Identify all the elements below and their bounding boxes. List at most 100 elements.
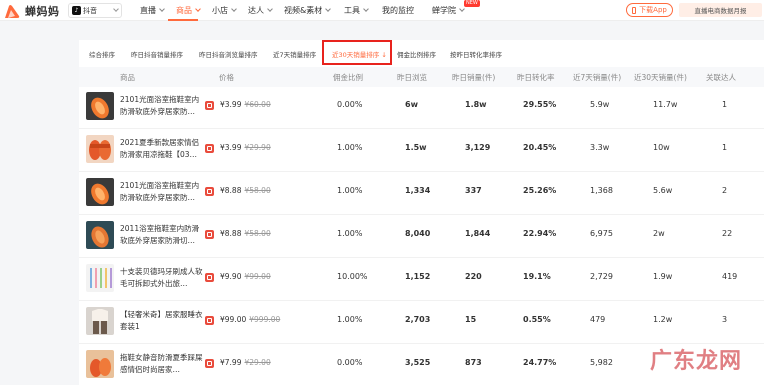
sort-desc-icon: ↓	[379, 51, 387, 59]
sort-tab-default[interactable]: 综合排序	[89, 49, 115, 59]
yesterday-sales: 337	[465, 186, 482, 195]
related-kols: 419	[722, 272, 738, 281]
product-name[interactable]: 十支装贝德玛牙刷成人软毛可拆卸式外出旅…	[120, 266, 204, 291]
chevron-down-icon	[231, 6, 237, 12]
product-thumbnail[interactable]	[86, 307, 114, 335]
shop-icon[interactable]	[205, 316, 214, 325]
chevron-down-icon	[159, 6, 165, 12]
sort-tab-yesterday-sales[interactable]: 昨日抖音销量排序	[131, 49, 183, 59]
col-yesterday-conversion[interactable]: 昨日转化率	[517, 72, 555, 83]
original-price: ¥29.90	[244, 143, 271, 152]
yesterday-conversion: 20.45%	[523, 143, 557, 152]
sort-tab-commission[interactable]: 佣金比例排序	[397, 49, 436, 59]
commission-rate: 1.00%	[337, 315, 363, 324]
original-price: ¥999.00	[249, 315, 281, 324]
chevron-down-icon	[325, 6, 332, 12]
yesterday-sales: 3,129	[465, 143, 491, 152]
chevron-down-icon	[363, 6, 369, 12]
yesterday-views: 1.5w	[405, 143, 427, 152]
col-yesterday-sales[interactable]: 昨日销量(件)	[452, 72, 495, 83]
chevron-down-icon	[113, 6, 119, 12]
price: ¥3.99 ¥29.90	[220, 143, 271, 152]
nav-shops[interactable]: 小店	[212, 5, 237, 16]
monthly-report-button[interactable]: 直播电商数据月报	[679, 3, 762, 17]
30day-sales: 10w	[653, 143, 670, 152]
yesterday-sales: 1.8w	[465, 100, 487, 109]
yesterday-sales: 15	[465, 315, 477, 324]
chanmama-logo-icon	[5, 4, 20, 18]
col-related-kols: 关联达人	[706, 73, 736, 82]
product-thumbnail[interactable]	[86, 264, 114, 292]
chevron-down-icon	[267, 6, 273, 12]
product-thumbnail[interactable]	[86, 135, 114, 163]
nav-label: 蝉学院	[432, 6, 456, 15]
product-thumbnail[interactable]	[86, 92, 114, 120]
yesterday-conversion: 19.1%	[523, 272, 551, 281]
shop-icon[interactable]	[205, 144, 214, 153]
commission-rate: 0.00%	[337, 100, 363, 109]
original-price: ¥58.00	[244, 229, 271, 238]
commission-rate: 10.00%	[337, 272, 368, 281]
yesterday-conversion: 29.55%	[523, 100, 557, 109]
nav-label: 我的监控	[382, 6, 414, 15]
col-commission[interactable]: 佣金比例	[333, 72, 363, 83]
related-kols: 3	[722, 315, 728, 324]
yesterday-views: 8,040	[405, 229, 431, 238]
related-kols: 22	[722, 229, 733, 238]
watermark-text: 广东龙网	[650, 348, 743, 374]
platform-label: 抖音	[83, 6, 97, 15]
price: ¥3.99 ¥60.00	[220, 100, 271, 109]
sort-tab-7day-sales[interactable]: 近7天销量排序	[273, 49, 316, 59]
shop-icon[interactable]	[205, 101, 214, 110]
product-name[interactable]: 拖鞋女静音防滑夏季踩屎感情侣时尚居家…	[120, 352, 204, 377]
sort-tab-30day-sales[interactable]: 近30天销量排序 ↓	[332, 49, 387, 59]
nav-videos-materials[interactable]: 视频&素材	[284, 5, 332, 16]
tiktok-icon: ♪	[72, 6, 81, 15]
yesterday-views: 1,152	[405, 272, 431, 281]
chevron-down-icon	[459, 6, 465, 12]
col-price: 价格	[219, 73, 234, 82]
nav-products[interactable]: 商品	[176, 5, 201, 16]
row-divider	[79, 171, 764, 172]
product-thumbnail[interactable]	[86, 350, 114, 378]
sort-tab-yesterday-views[interactable]: 昨日抖音浏览量排序	[199, 49, 258, 59]
product-name[interactable]: 【轻奢米奇】居家服睡衣套装1	[120, 309, 204, 334]
sort-tab-conversion[interactable]: 按昨日转化率排序	[450, 49, 502, 59]
brand-name: 蝉妈妈	[25, 5, 60, 18]
nav-my-monitor[interactable]: 我的监控	[382, 5, 414, 16]
col-7day-sales[interactable]: 近7天销量(件)	[573, 72, 621, 83]
nav-academy[interactable]: 蝉学院	[432, 5, 465, 16]
product-name[interactable]: 2101光面浴室拖鞋室内防滑软底外穿居家防…	[120, 180, 204, 205]
nav-tools[interactable]: 工具	[344, 5, 369, 16]
row-divider	[79, 300, 764, 301]
7day-sales: 6,975	[590, 229, 613, 238]
7day-sales: 5,982	[590, 358, 613, 367]
nav-live[interactable]: 直播	[140, 5, 165, 16]
top-header: 蝉妈妈 ♪ 抖音 直播 商品 小店 达人 视频&素材 工具 我的监控 蝉学院 N…	[0, 0, 764, 21]
platform-select[interactable]: ♪ 抖音	[68, 3, 122, 18]
product-thumbnail[interactable]	[86, 221, 114, 249]
nav-influencers[interactable]: 达人	[248, 5, 273, 16]
phone-icon	[632, 6, 637, 14]
current-price: ¥7.99	[220, 358, 242, 367]
shop-icon[interactable]	[205, 273, 214, 282]
original-price: ¥99.00	[244, 272, 271, 281]
col-yesterday-views[interactable]: 昨日浏览	[397, 72, 427, 83]
yesterday-sales: 873	[465, 358, 482, 367]
shop-icon[interactable]	[205, 187, 214, 196]
col-30day-sales[interactable]: 近30天销量(件)	[634, 72, 687, 83]
price: ¥8.88 ¥58.00	[220, 186, 271, 195]
download-app-button[interactable]: 下载App	[626, 3, 673, 17]
yesterday-conversion: 25.26%	[523, 186, 557, 195]
shop-icon[interactable]	[205, 359, 214, 368]
product-name[interactable]: 2011浴室拖鞋室内防滑软底外穿居家防滑切…	[120, 223, 204, 248]
brand-logo[interactable]: 蝉妈妈	[4, 3, 60, 19]
product-name[interactable]: 2021夏季新款居家情侣防滑家用凉拖鞋【03…	[120, 137, 204, 162]
commission-rate: 1.00%	[337, 229, 363, 238]
nav-label: 工具	[344, 6, 360, 15]
product-name[interactable]: 2101光面浴室拖鞋室内防滑软底外穿居家防…	[120, 94, 204, 119]
nav-active-underline	[168, 19, 198, 21]
shop-icon[interactable]	[205, 230, 214, 239]
product-thumbnail[interactable]	[86, 178, 114, 206]
commission-rate: 1.00%	[337, 143, 363, 152]
